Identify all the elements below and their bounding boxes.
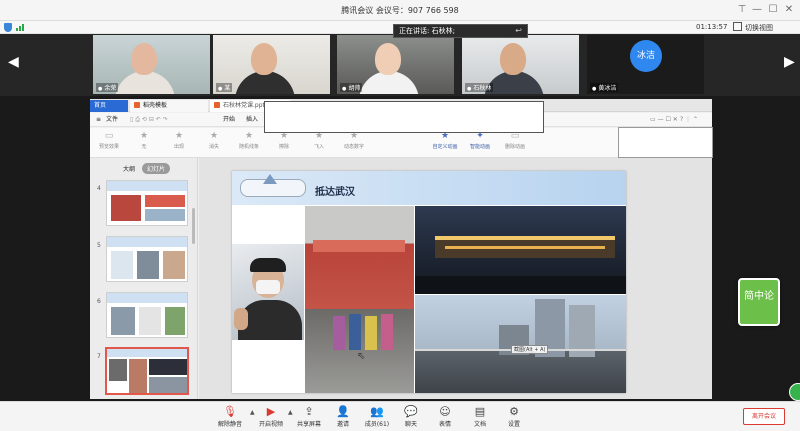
participant-avatar: 冰洁 [630, 40, 662, 72]
slide-thumbnail[interactable] [106, 180, 188, 226]
settings-icon: ⚙ [509, 405, 519, 418]
slide-thumbnail[interactable] [106, 292, 188, 338]
panel-tabs: 大纲 幻灯片 [118, 163, 170, 174]
participant-tile[interactable]: 余荣 [93, 35, 210, 94]
slide-number: 5 [97, 242, 101, 249]
slide-number: 6 [97, 298, 101, 305]
speaking-text: 正在讲话: 石秋林; [399, 27, 455, 35]
meeting-timer: 01:13:57 [696, 23, 728, 31]
reactions-button[interactable]: ☺ 表情 [428, 405, 462, 431]
participant-tile[interactable]: 石秋林 [462, 35, 579, 94]
tab-outline[interactable]: 大纲 [118, 163, 140, 174]
tab-slides[interactable]: 幻灯片 [141, 163, 170, 174]
help-icon[interactable]: ? ⋮ ⌃ [680, 113, 698, 127]
night-station-photo [415, 206, 626, 294]
emoji-icon: ☺ [439, 405, 451, 418]
blank-window-overlay [264, 101, 544, 133]
mouse-cursor-icon: ⇖ [357, 351, 366, 362]
menu-start[interactable]: 开始 [223, 113, 235, 127]
panel-scrollbar[interactable] [192, 208, 195, 244]
tab-template[interactable]: 稻壳模板 [130, 100, 208, 112]
chat-icon: 💬 [404, 405, 418, 418]
slide-number: 7 [97, 353, 101, 360]
slide-editor: 抵达武汉 截图(Alt + A) ⇖ [199, 158, 712, 399]
floating-action-icon[interactable] [789, 383, 800, 401]
anim-wipe-button[interactable]: ★ 擦除 [267, 131, 301, 155]
window-controls-icon[interactable]: ▭ — ☐ ✕ [650, 113, 678, 127]
slide-title: 抵达武汉 [315, 187, 355, 198]
participant-tile[interactable]: 胡帅 [337, 35, 454, 94]
invite-button[interactable]: 👤 邀请 [326, 405, 360, 431]
switch-view-button[interactable]: 切换视图 [733, 22, 773, 33]
chat-button[interactable]: 💬 聊天 [394, 405, 428, 431]
participant-name: 黄冰洁 [590, 83, 619, 92]
blank-window-overlay [618, 127, 713, 158]
pin-icon[interactable]: ⊤ [735, 3, 749, 17]
prev-page-icon[interactable]: ◀ [8, 54, 19, 70]
participant-name: 某 [216, 83, 233, 92]
participant-tile[interactable]: 某 [213, 35, 330, 94]
side-badge[interactable]: 简中论 [738, 278, 780, 326]
preview-effect-button[interactable]: ▭ 预览效果 [92, 131, 126, 155]
title-bar: 腾讯会议 会议号：907 766 598 ⊤ — ☐ ✕ [0, 0, 800, 21]
next-page-icon[interactable]: ▶ [784, 54, 795, 70]
participant-name: 石秋林 [465, 83, 494, 92]
anim-appear-button[interactable]: ★ 出现 [162, 131, 196, 155]
members-icon: 👥 [370, 405, 384, 418]
security-shield-icon[interactable] [4, 23, 12, 32]
invite-icon: 👤 [336, 405, 350, 418]
ship-bottle-image [240, 179, 306, 197]
minimize-icon[interactable]: — [750, 3, 764, 17]
custom-animation-button[interactable]: ★ 自定义动画 [428, 131, 462, 155]
close-icon[interactable]: ✕ [782, 3, 796, 17]
members-button[interactable]: 👥 成员(61) [360, 405, 394, 431]
signal-icon[interactable] [16, 24, 25, 31]
muted-mic-icon: 🎙 [223, 405, 237, 418]
anim-random-lines-button[interactable]: ★ 随机线条 [232, 131, 266, 155]
slide-panel: 大纲 幻灯片 4 5 6 7 [90, 158, 198, 399]
documents-button[interactable]: ▤ 文档 [463, 405, 497, 431]
menu-icon[interactable]: ≡ [96, 113, 101, 127]
slide-number: 4 [97, 185, 101, 192]
share-screen-icon: ⇪ [304, 405, 314, 418]
participant-tile[interactable]: 冰洁 黄冰洁 [587, 35, 704, 94]
street-photo: 截图(Alt + A) [415, 295, 626, 393]
tab-home[interactable]: 首页 [90, 100, 128, 112]
document-icon: ▤ [474, 405, 486, 418]
participant-name: 余荣 [96, 83, 119, 92]
speaking-indicator: 正在讲话: 石秋林; ↩ [393, 24, 528, 38]
delete-animation-button[interactable]: ▭ 删除动画 [498, 131, 532, 155]
menu-file[interactable]: 文件 [106, 113, 118, 127]
station-photo [305, 206, 414, 393]
slide-thumbnail[interactable] [106, 236, 188, 282]
shared-screen: 首页 稻壳模板 石秋林党课.ppt ≡ 文件 ▯ ⎙ ⟲ ⊟ ↶ ↷ 开始 插入… [0, 96, 800, 401]
participant-name: 胡帅 [340, 83, 363, 92]
video-off-icon: ▶ [266, 405, 276, 418]
anim-fly-in-button[interactable]: ★ 飞入 [302, 131, 336, 155]
collapse-icon[interactable]: ↩ [515, 25, 522, 37]
unmute-button[interactable]: 🎙 解除静音 [213, 405, 247, 431]
smart-animation-button[interactable]: ✦ 智能动画 [463, 131, 497, 155]
maximize-icon[interactable]: ☐ [766, 3, 780, 17]
screenshot-tooltip: 截图(Alt + A) [511, 345, 549, 354]
current-slide: 抵达武汉 截图(Alt + A) [232, 171, 626, 393]
quick-access-icons[interactable]: ▯ ⎙ ⟲ ⊟ ↶ ↷ [130, 113, 168, 127]
menu-insert[interactable]: 插入 [246, 113, 258, 127]
window-title: 腾讯会议 会议号：907 766 598 [341, 6, 459, 15]
slide-thumbnail-selected[interactable] [106, 348, 188, 394]
meeting-toolbar: 🎙 解除静音 ▲ ▶ 开启视频 ▲ ⇪ 共享屏幕 👤 邀请 👥 成员(61) 💬 聊天 ☺ 表… [0, 401, 800, 431]
anim-disappear-button[interactable]: ★ 消失 [197, 131, 231, 155]
anim-none-button[interactable]: ★ 无 [127, 131, 161, 155]
share-screen-button[interactable]: ⇪ 共享屏幕 [292, 405, 326, 431]
participant-strip: ◀ ▶ 余荣 某 胡帅 石秋林 冰洁 黄冰洁 [0, 34, 800, 96]
leave-meeting-button[interactable]: 离开会议 [743, 408, 785, 425]
settings-button[interactable]: ⚙ 设置 [497, 405, 531, 431]
anim-dynamic-number-button[interactable]: ★ 动态数字 [337, 131, 371, 155]
start-video-button[interactable]: ▶ 开启视频 [254, 405, 288, 431]
selfie-photo [232, 244, 304, 340]
